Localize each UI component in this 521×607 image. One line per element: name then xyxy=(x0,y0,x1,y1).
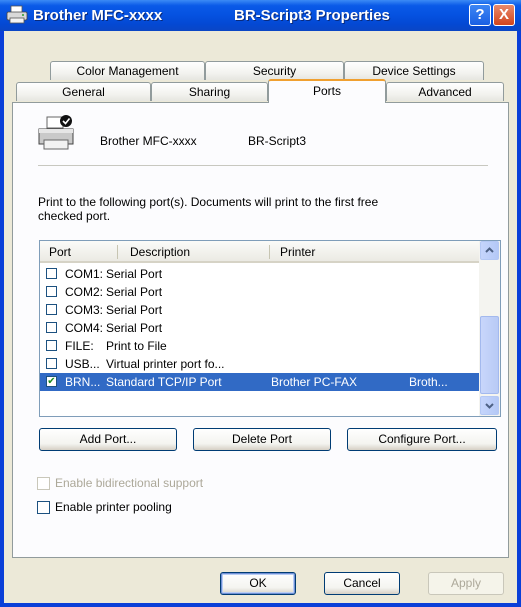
help-icon: ? xyxy=(475,6,485,23)
instruction-line-2: checked port. xyxy=(38,209,111,223)
port-row[interactable]: COM1: Serial Port xyxy=(40,265,479,283)
printer-icon xyxy=(38,115,74,150)
port-checkbox[interactable] xyxy=(46,340,57,351)
printer-pooling-checkbox[interactable]: Enable printer pooling xyxy=(37,500,237,516)
port-row[interactable]: COM4: Serial Port xyxy=(40,319,479,337)
instruction-line-1: Print to the following port(s). Document… xyxy=(38,195,379,209)
port-checkbox[interactable] xyxy=(46,304,57,315)
port-list[interactable]: Port Description Printer COM1: Serial Po… xyxy=(39,240,501,417)
tab-ports[interactable]: Ports xyxy=(268,79,386,103)
port-checkbox[interactable] xyxy=(46,322,57,333)
scroll-up-button[interactable] xyxy=(480,241,499,260)
column-header-port[interactable]: Port xyxy=(49,245,71,259)
printer-pooling-label: Enable printer pooling xyxy=(55,500,172,514)
tab-color-management[interactable]: Color Management xyxy=(50,61,205,80)
help-button[interactable]: ? xyxy=(469,4,491,26)
apply-button[interactable]: Apply xyxy=(428,572,504,595)
dialog-client-area: Color Management Security Device Setting… xyxy=(4,31,517,603)
chevron-up-icon xyxy=(485,247,494,253)
port-row[interactable]: USB... Virtual printer port fo... xyxy=(40,355,479,373)
bidirectional-support-checkbox[interactable]: Enable bidirectional support xyxy=(37,476,257,492)
chevron-down-icon xyxy=(485,403,494,409)
tab-security[interactable]: Security xyxy=(205,61,344,80)
tab-general[interactable]: General xyxy=(16,82,151,101)
ok-button[interactable]: OK xyxy=(220,572,296,595)
port-checkbox[interactable] xyxy=(46,358,57,369)
title-bar[interactable]: Brother MFC-xxxx BR-Script3 Properties ?… xyxy=(0,0,521,31)
scroll-thumb[interactable] xyxy=(480,316,499,394)
window-title-printer: Brother MFC-xxxx xyxy=(33,7,163,24)
tab-advanced[interactable]: Advanced xyxy=(386,82,504,101)
printer-name: Brother MFC-xxxx xyxy=(100,134,197,148)
checkbox-box xyxy=(37,477,50,490)
checkbox-box xyxy=(37,501,50,514)
delete-port-button[interactable]: Delete Port xyxy=(193,428,331,451)
port-list-scrollbar[interactable] xyxy=(479,241,500,416)
printer-title-icon xyxy=(6,5,28,24)
close-icon: X xyxy=(498,6,509,23)
tab-device-settings[interactable]: Device Settings xyxy=(344,61,484,80)
port-row[interactable]: COM2: Serial Port xyxy=(40,283,479,301)
tab-sharing[interactable]: Sharing xyxy=(151,82,268,101)
column-header-printer[interactable]: Printer xyxy=(280,245,315,259)
configure-port-button[interactable]: Configure Port... xyxy=(347,428,497,451)
port-checkbox[interactable] xyxy=(46,286,57,297)
bidirectional-support-label: Enable bidirectional support xyxy=(55,476,204,490)
column-separator[interactable] xyxy=(117,245,118,259)
column-separator[interactable] xyxy=(269,245,270,259)
port-list-header: Port Description Printer xyxy=(40,241,479,263)
port-checkbox-checked[interactable]: ✔ xyxy=(46,376,57,387)
window-title-properties: BR-Script3 Properties xyxy=(234,7,390,24)
column-header-description[interactable]: Description xyxy=(130,245,190,259)
cancel-button[interactable]: Cancel xyxy=(324,572,400,595)
header-divider xyxy=(38,165,488,166)
add-port-button[interactable]: Add Port... xyxy=(39,428,177,451)
checkmark-icon: ✔ xyxy=(47,376,56,387)
properties-dialog: Brother MFC-xxxx BR-Script3 Properties ?… xyxy=(0,0,521,607)
printer-driver: BR-Script3 xyxy=(248,134,307,148)
port-row-selected[interactable]: ✔ BRN... Standard TCP/IP Port Brother PC… xyxy=(40,373,479,391)
scroll-down-button[interactable] xyxy=(480,396,499,415)
port-checkbox[interactable] xyxy=(46,268,57,279)
close-button[interactable]: X xyxy=(493,4,515,26)
port-row[interactable]: FILE: Print to File xyxy=(40,337,479,355)
port-row[interactable]: COM3: Serial Port xyxy=(40,301,479,319)
